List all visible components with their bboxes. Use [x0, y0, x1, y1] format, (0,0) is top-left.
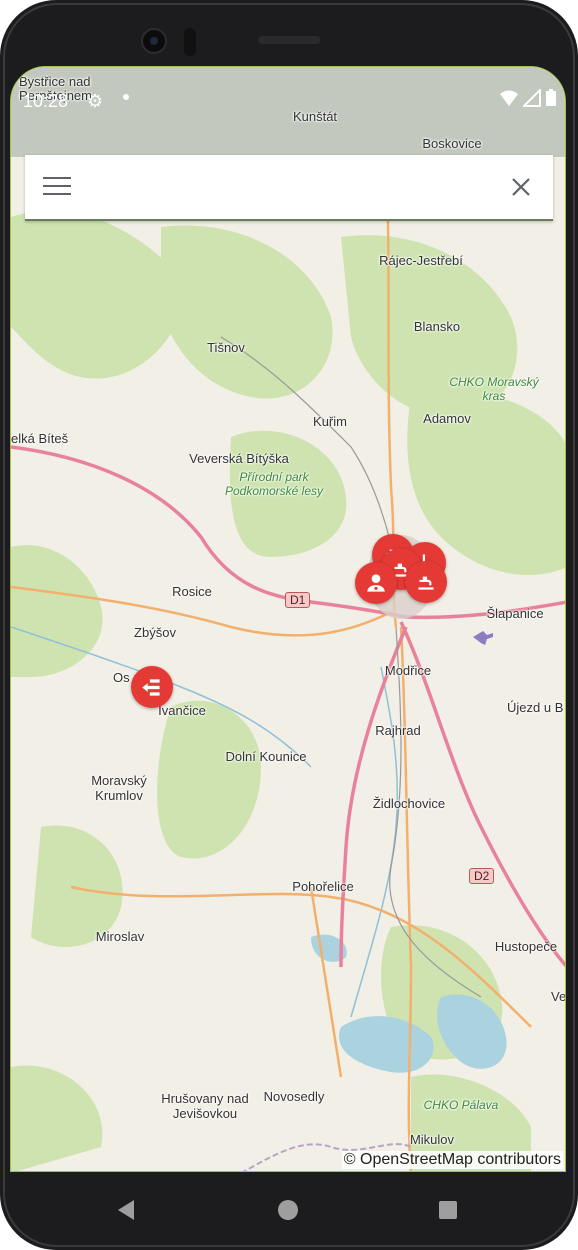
place-label-kurim: Kuřim [313, 414, 347, 429]
home-icon[interactable] [270, 1192, 306, 1228]
wifi-icon [500, 90, 518, 106]
place-label-miroslav: Miroslav [95, 929, 145, 944]
place-label-dolni-kounice: Dolní Kounice [225, 749, 307, 764]
settings-gear-icon: ⚙ [87, 91, 104, 111]
menu-icon[interactable] [43, 177, 71, 197]
map-marker-pipe-direction[interactable] [131, 666, 173, 708]
road-shield-d2: D2 [469, 868, 495, 884]
place-label-pohorelice: Pohořelice [292, 879, 354, 894]
search-bar [25, 155, 553, 221]
system-icons [499, 89, 557, 107]
place-label-zbysov: Zbýšov [134, 625, 176, 640]
place-label-chko-palava: CHKO Pálava [423, 1098, 499, 1112]
earpiece-speaker [258, 36, 320, 44]
map-marker-worker[interactable] [355, 562, 397, 604]
navigation-bar [0, 1172, 578, 1250]
place-label-podkomorske: Přírodní park Podkomorské lesy [224, 470, 324, 498]
place-label-novosedly: Novosedly [263, 1089, 325, 1104]
place-label-veverska: Veverská Bítýška [189, 451, 289, 466]
search-input[interactable] [89, 169, 493, 207]
place-label-hrusovany: Hrušovany nad Jevišovkou [161, 1091, 249, 1121]
map-canvas[interactable] [11, 67, 566, 1172]
cellular-signal-icon [523, 89, 541, 107]
map-marker-faucet[interactable] [405, 561, 447, 603]
place-label-ivancice: Ivančice [158, 703, 206, 718]
place-label-oslavany: Os [113, 670, 130, 685]
screen: Bystřice nad Pernštejnem Kunštát Boskovi… [10, 66, 566, 1172]
close-icon[interactable] [507, 173, 535, 201]
place-label-rosice: Rosice [172, 584, 212, 599]
notification-dot-icon [123, 94, 129, 100]
place-label-chko-moravsky: CHKO Moravský kras [449, 375, 539, 403]
place-label-blansko: Blansko [413, 319, 461, 334]
map-attribution[interactable]: © OpenStreetMap contributors [341, 1151, 563, 1169]
place-label-ujezd: Újezd u B [507, 700, 564, 715]
place-label-adamov: Adamov [423, 411, 471, 426]
worker-icon [367, 574, 385, 592]
place-label-slapanice: Šlapanice [486, 606, 544, 621]
place-label-boskovice: Boskovice [422, 136, 482, 151]
front-camera [141, 28, 167, 54]
faucet-icon [418, 576, 434, 590]
place-label-modrice: Modřice [384, 663, 432, 678]
road-shield-d1: D1 [285, 592, 311, 608]
recents-icon[interactable] [430, 1192, 466, 1228]
place-label-velka-bites: elká Bíteš [11, 431, 69, 446]
back-icon[interactable] [108, 1192, 144, 1228]
pipe-direction-icon [142, 679, 160, 696]
place-label-mikulov: Mikulov [409, 1132, 455, 1147]
battery-icon [546, 89, 556, 106]
place-label-zidlochovice: Židlochovice [372, 796, 446, 811]
place-label-rajhrad: Rajhrad [375, 723, 421, 738]
proximity-sensor [184, 28, 196, 56]
status-bar: 10:28 ⚙ [11, 67, 565, 127]
status-time: 10:28 [23, 91, 69, 111]
place-label-tisnov: Tišnov [207, 340, 245, 355]
place-label-moravsky-krumlov: Moravský Krumlov [91, 773, 147, 803]
place-label-ve: Ve [551, 989, 566, 1004]
place-label-hustopece: Hustopeče [494, 939, 558, 954]
place-label-rajec: Rájec-Jestřebí [379, 253, 463, 268]
phone-frame: Bystřice nad Pernštejnem Kunštát Boskovi… [0, 0, 578, 1250]
